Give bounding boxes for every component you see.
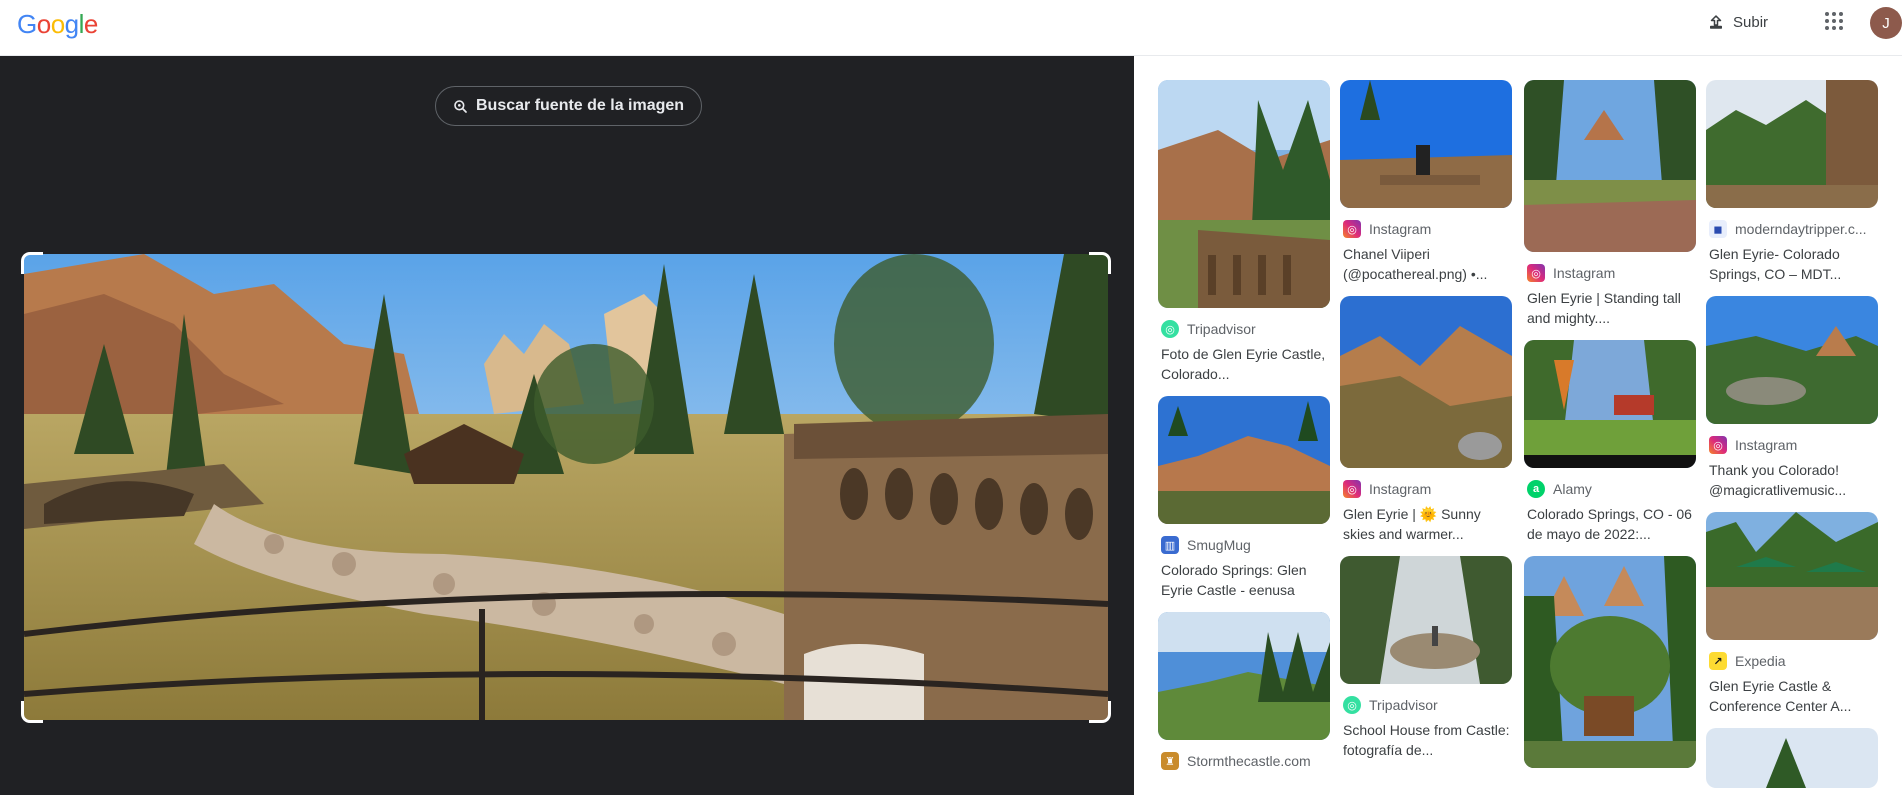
result-card[interactable]: a Alamy Colorado Springs, CO - 06 de may… (1524, 340, 1696, 544)
account-avatar[interactable]: J (1870, 7, 1902, 39)
results-column: ◎ Instagram Glen Eyrie | Standing tall a… (1524, 80, 1696, 780)
result-source[interactable]: ◎ Instagram (1524, 264, 1696, 282)
result-thumbnail (1158, 80, 1330, 308)
source-name: SmugMug (1187, 537, 1251, 553)
google-logo[interactable]: Google (17, 9, 98, 40)
result-thumbnail (1706, 296, 1878, 424)
result-card[interactable]: ◎ Instagram Thank you Colorado! @magicra… (1706, 296, 1878, 500)
tripadvisor-icon: ◎ (1161, 320, 1179, 338)
result-thumbnail (1340, 80, 1512, 208)
result-thumbnail (1340, 556, 1512, 684)
source-name: moderndaytripper.c... (1735, 221, 1867, 237)
result-source[interactable]: ◎ Tripadvisor (1340, 696, 1512, 714)
result-title[interactable]: Thank you Colorado! @magicratlivemusic..… (1706, 460, 1878, 500)
result-card[interactable] (1706, 728, 1878, 788)
results-column: ◎ Instagram Chanel Viiperi (@pocathereal… (1340, 80, 1512, 772)
tripadvisor-icon: ◎ (1343, 696, 1361, 714)
result-card[interactable] (1524, 556, 1696, 768)
find-image-source-button[interactable]: Buscar fuente de la imagen (435, 86, 703, 126)
upload-button[interactable]: Subir (1707, 9, 1768, 35)
alamy-icon: a (1527, 480, 1545, 498)
crop-corner-top-left[interactable] (21, 252, 43, 274)
result-source[interactable]: ▥ SmugMug (1158, 536, 1330, 554)
visual-matches: ◎ Tripadvisor Foto de Glen Eyrie Castle,… (1134, 56, 1902, 795)
result-source[interactable]: ♜ Stormthecastle.com (1158, 752, 1330, 770)
result-card[interactable]: ◎ Instagram Glen Eyrie | Standing tall a… (1524, 80, 1696, 328)
result-title[interactable]: Glen Eyrie | Standing tall and mighty...… (1524, 288, 1696, 328)
instagram-icon: ◎ (1343, 480, 1361, 498)
result-title[interactable]: Glen Eyrie Castle & Conference Center A.… (1706, 676, 1878, 716)
source-name: Instagram (1369, 481, 1432, 497)
result-card[interactable]: ↗ Expedia Glen Eyrie Castle & Conference… (1706, 512, 1878, 716)
result-source[interactable]: ◎ Instagram (1340, 480, 1512, 498)
apps-grid-icon[interactable] (1825, 12, 1845, 32)
result-source[interactable]: ↗ Expedia (1706, 652, 1878, 670)
selected-photo[interactable] (24, 254, 1108, 720)
result-thumbnail (1706, 80, 1878, 208)
upload-icon (1710, 15, 1722, 29)
source-name: Instagram (1553, 265, 1616, 281)
source-name: Instagram (1369, 221, 1432, 237)
result-title[interactable]: Colorado Springs: Glen Eyrie Castle - ee… (1158, 560, 1330, 600)
results-column: ◼ moderndaytripper.c... Glen Eyrie- Colo… (1706, 80, 1878, 795)
lens-search-icon (454, 100, 467, 113)
result-card[interactable]: ♜ Stormthecastle.com (1158, 612, 1330, 770)
result-title[interactable]: School House from Castle: fotografía de.… (1340, 720, 1512, 760)
result-thumbnail (1706, 512, 1878, 640)
result-title[interactable]: Chanel Viiperi (@pocathereal.png) •... (1340, 244, 1512, 284)
moderndaytripper-icon: ◼ (1709, 220, 1727, 238)
result-thumbnail (1158, 612, 1330, 740)
result-card[interactable]: ◎ Instagram Chanel Viiperi (@pocathereal… (1340, 80, 1512, 284)
source-name: Stormthecastle.com (1187, 753, 1311, 769)
result-thumbnail (1524, 80, 1696, 252)
find-source-label: Buscar fuente de la imagen (476, 97, 685, 114)
source-name: Alamy (1553, 481, 1592, 497)
result-thumbnail (1524, 556, 1696, 768)
result-card[interactable]: ▥ SmugMug Colorado Springs: Glen Eyrie C… (1158, 396, 1330, 600)
result-thumbnail (1706, 728, 1878, 788)
result-title[interactable]: Colorado Springs, CO - 06 de mayo de 202… (1524, 504, 1696, 544)
crop-corner-top-right[interactable] (1089, 252, 1111, 274)
result-source[interactable]: ◼ moderndaytripper.c... (1706, 220, 1878, 238)
expedia-icon: ↗ (1709, 652, 1727, 670)
result-card[interactable]: ◎ Tripadvisor Foto de Glen Eyrie Castle,… (1158, 80, 1330, 384)
result-thumbnail (1340, 296, 1512, 468)
stormthecastle-icon: ♜ (1161, 752, 1179, 770)
logo-letter: g (64, 9, 79, 39)
logo-letter: G (17, 9, 37, 39)
source-name: Tripadvisor (1187, 321, 1256, 337)
result-thumbnail (1524, 340, 1696, 468)
logo-letter: e (83, 9, 98, 39)
lens-image-panel: Buscar fuente de la imagen (0, 56, 1134, 795)
result-card[interactable]: ◎ Tripadvisor School House from Castle: … (1340, 556, 1512, 760)
upload-label: Subir (1733, 13, 1769, 31)
logo-letter: o (36, 9, 51, 39)
result-title[interactable]: Glen Eyrie | 🌞 Sunny skies and warmer... (1340, 504, 1512, 544)
result-title[interactable]: Foto de Glen Eyrie Castle, Colorado... (1158, 344, 1330, 384)
top-bar: Google Subir J (0, 0, 1902, 56)
instagram-icon: ◎ (1343, 220, 1361, 238)
crop-corner-bottom-right[interactable] (1089, 701, 1111, 723)
result-source[interactable]: ◎ Instagram (1340, 220, 1512, 238)
source-name: Instagram (1735, 437, 1798, 453)
castle-grounds-photo (24, 254, 1108, 720)
results-column: ◎ Tripadvisor Foto de Glen Eyrie Castle,… (1158, 80, 1330, 782)
source-name: Tripadvisor (1369, 697, 1438, 713)
logo-letter: o (50, 9, 65, 39)
result-card[interactable]: ◎ Instagram Glen Eyrie | 🌞 Sunny skies a… (1340, 296, 1512, 544)
source-name: Expedia (1735, 653, 1786, 669)
instagram-icon: ◎ (1527, 264, 1545, 282)
instagram-icon: ◎ (1709, 436, 1727, 454)
result-source[interactable]: ◎ Instagram (1706, 436, 1878, 454)
crop-corner-bottom-left[interactable] (21, 701, 43, 723)
result-source[interactable]: a Alamy (1524, 480, 1696, 498)
smugmug-icon: ▥ (1161, 536, 1179, 554)
result-card[interactable]: ◼ moderndaytripper.c... Glen Eyrie- Colo… (1706, 80, 1878, 284)
result-source[interactable]: ◎ Tripadvisor (1158, 320, 1330, 338)
result-thumbnail (1158, 396, 1330, 524)
result-title[interactable]: Glen Eyrie- Colorado Springs, CO – MDT..… (1706, 244, 1878, 284)
